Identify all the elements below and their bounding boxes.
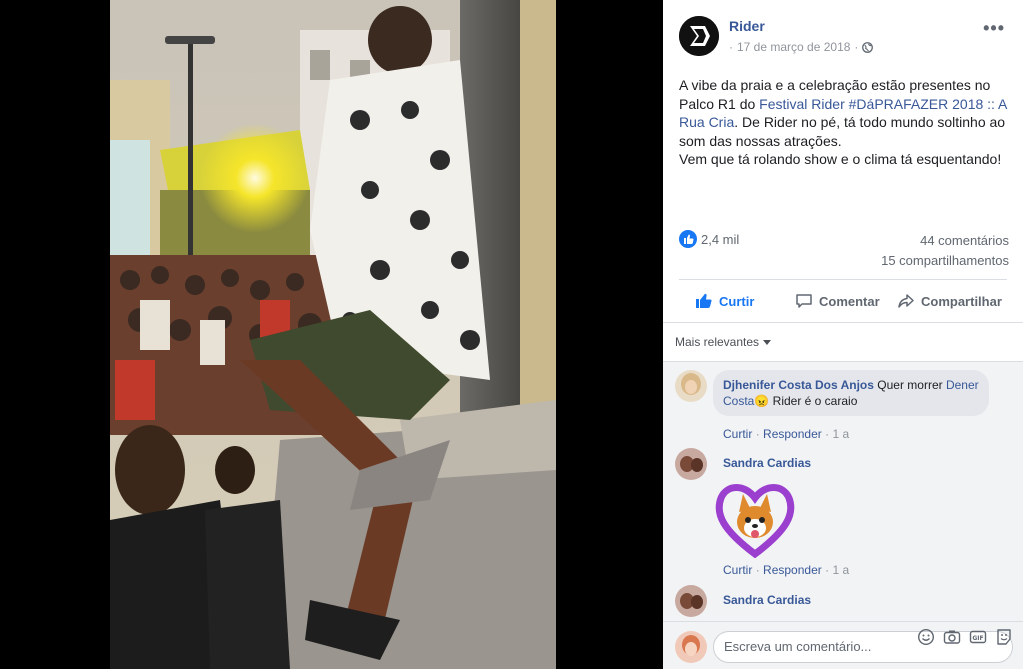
share-icon	[898, 294, 914, 308]
like-label: Curtir	[719, 293, 755, 309]
gif-icon[interactable]: GIF	[969, 628, 987, 646]
comment-reply-link[interactable]: Responder	[763, 427, 822, 441]
separator: ·	[825, 563, 830, 577]
svg-text:GIF: GIF	[972, 635, 983, 642]
comment-text: Rider é o caraio	[772, 394, 858, 408]
avatar[interactable]	[675, 585, 707, 617]
thumbs-up-icon	[696, 293, 712, 308]
post-text: A vibe da praia e a celebração estão pre…	[679, 76, 1009, 169]
comment-author[interactable]: Sandra Cardias	[723, 456, 811, 470]
rider-logo-icon	[679, 16, 719, 56]
comment-like-link[interactable]: Curtir	[723, 427, 752, 441]
like-button[interactable]: Curtir	[695, 286, 754, 316]
comment-item: Sandra Cardias Curtir · Responder · 1 a	[675, 448, 1015, 578]
separator: ·	[755, 563, 760, 577]
divider	[679, 279, 1007, 280]
page-avatar[interactable]	[679, 16, 719, 56]
comment-icon	[796, 294, 812, 308]
post-panel: Rider · 17 de março de 2018 · ••• A vibe…	[663, 0, 1023, 669]
angry-emoji-icon: 😠	[754, 394, 770, 408]
comment-actions: Curtir · Responder · 1 a	[723, 563, 849, 577]
shares-count[interactable]: 15 compartilhamentos	[881, 253, 1009, 268]
comment-age[interactable]: 1 a	[832, 427, 849, 441]
corgi-heart-sticker	[713, 478, 797, 559]
comment-item: Sandra Cardias	[675, 585, 1015, 625]
comment-age[interactable]: 1 a	[832, 563, 849, 577]
comment-bubble: Djhenifer Costa Dos Anjos Quer morrer De…	[713, 370, 989, 416]
comment-composer: Escreva um comentário... GIF	[663, 621, 1023, 669]
action-bar: Curtir Comentar Compartilhar	[679, 286, 1009, 316]
comments-list: Djhenifer Costa Dos Anjos Quer morrer De…	[663, 361, 1023, 621]
comment-actions: Curtir · Responder · 1 a	[723, 427, 849, 441]
comments-count[interactable]: 44 comentários	[920, 233, 1009, 248]
reactions-count[interactable]: 2,4 mil	[701, 232, 739, 247]
post-header: Rider · 17 de março de 2018 · •••	[679, 16, 1011, 60]
comment-like-link[interactable]: Curtir	[723, 563, 752, 577]
more-icon[interactable]: •••	[983, 18, 1005, 39]
caret-down-icon	[763, 340, 772, 346]
share-label: Compartilhar	[921, 293, 1002, 309]
avatar[interactable]	[675, 370, 707, 402]
meta-separator: ·	[729, 40, 733, 54]
share-button[interactable]: Compartilhar	[897, 286, 1002, 316]
emoji-icon[interactable]	[917, 628, 935, 646]
comment-item: Djhenifer Costa Dos Anjos Quer morrer De…	[675, 370, 1015, 441]
comment-filter-bar: Mais relevantes	[663, 322, 1023, 360]
post-stats: 2,4 mil 44 comentários 15 compartilhamen…	[679, 228, 1009, 272]
separator: ·	[755, 427, 760, 441]
post-text-line2: Vem que tá rolando show e o clima tá esq…	[679, 151, 1002, 167]
like-icon[interactable]	[679, 230, 697, 248]
avatar	[675, 631, 707, 663]
comment-reply-link[interactable]: Responder	[763, 563, 822, 577]
post-date[interactable]: 17 de março de 2018	[737, 40, 850, 54]
comment-label: Comentar	[819, 293, 880, 309]
composer-icons: GIF	[917, 628, 1013, 646]
comment-author[interactable]: Sandra Cardias	[723, 593, 811, 607]
photo-viewer	[0, 0, 663, 669]
comment-author[interactable]: Djhenifer Costa Dos Anjos	[723, 378, 874, 392]
comment-placeholder: Escreva um comentário...	[724, 639, 872, 654]
post-photo[interactable]	[110, 0, 556, 669]
sticker-icon[interactable]	[995, 628, 1013, 646]
comment-filter[interactable]: Mais relevantes	[675, 335, 772, 349]
comment-filter-label: Mais relevantes	[675, 335, 760, 349]
camera-icon[interactable]	[943, 628, 961, 646]
meta-separator: ·	[854, 40, 859, 54]
page-name[interactable]: Rider	[729, 18, 765, 34]
separator: ·	[825, 427, 830, 441]
globe-icon[interactable]	[862, 41, 874, 53]
post-meta: · 17 de março de 2018 ·	[729, 40, 874, 54]
avatar[interactable]	[675, 448, 707, 480]
comment-text: Quer morrer	[877, 378, 943, 392]
